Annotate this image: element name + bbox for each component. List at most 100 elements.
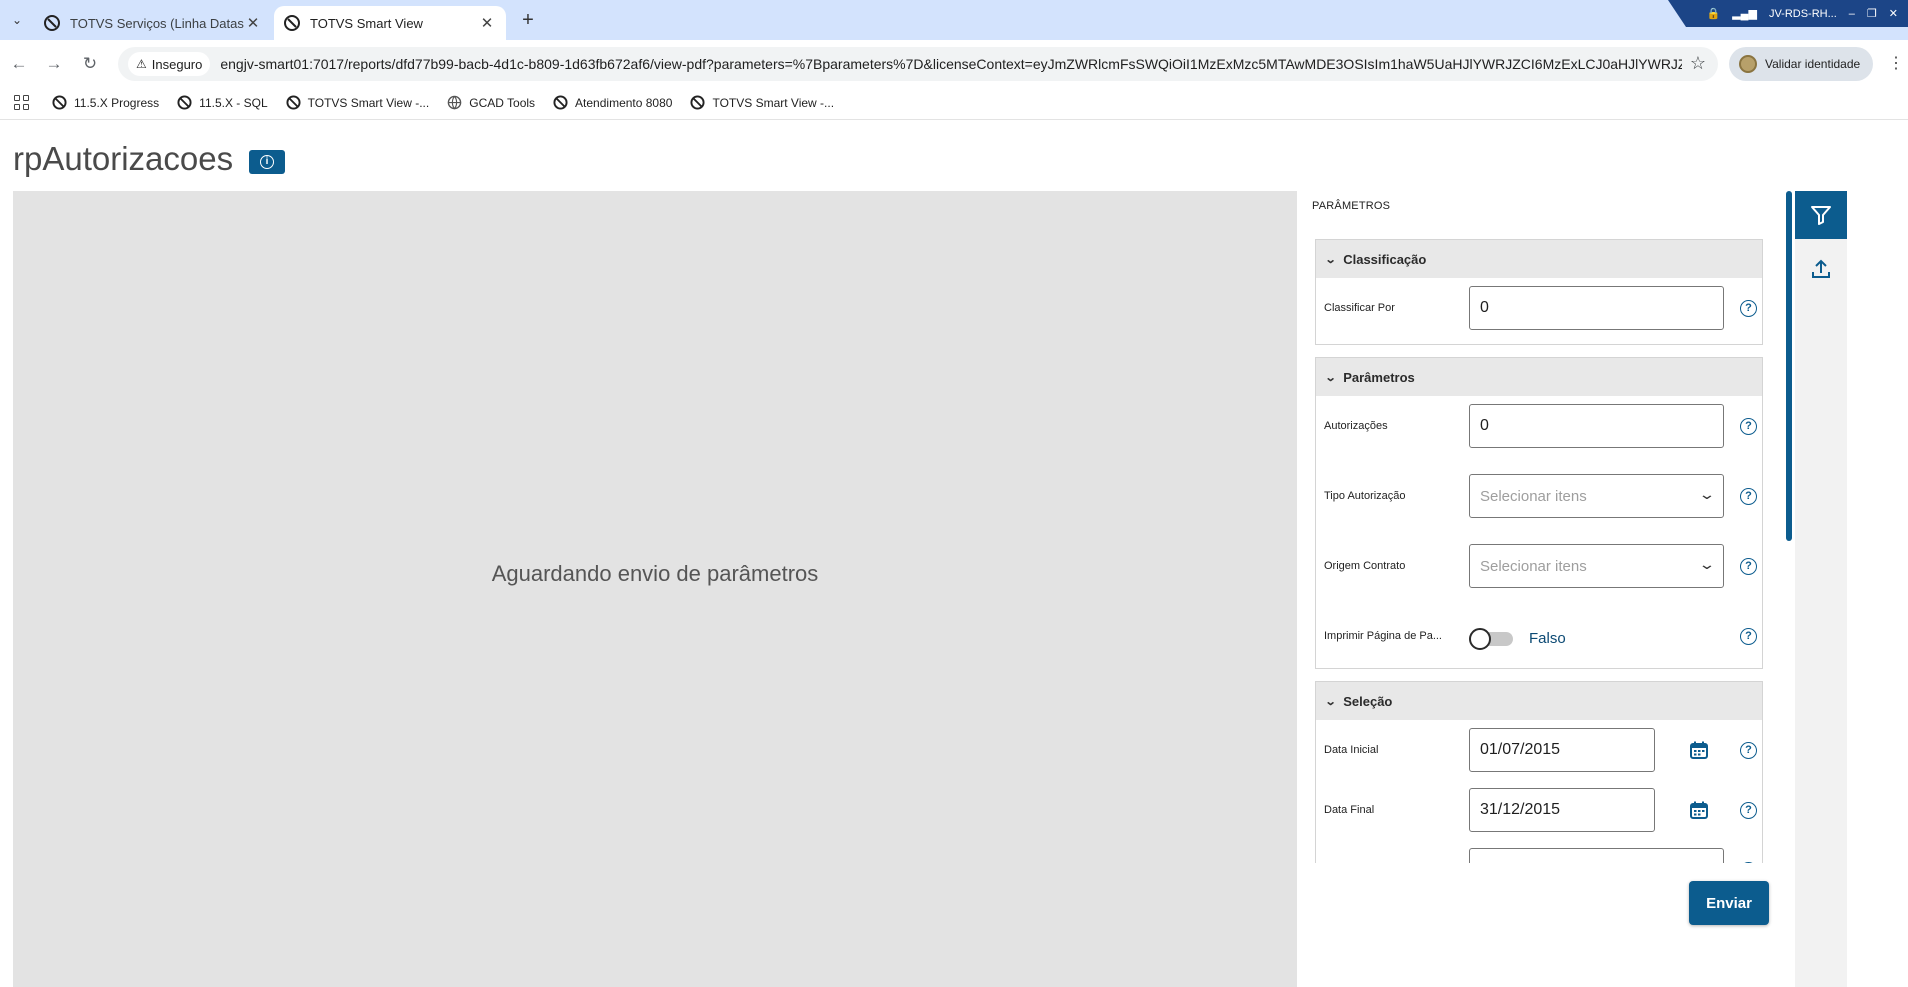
- remote-desktop-bar: 🔒 ▂▄▆ JV-RDS-RH... – ❐ ✕: [1668, 0, 1908, 27]
- forward-icon[interactable]: →: [43, 53, 65, 75]
- address-bar[interactable]: ⚠ Inseguro engjv-smart01:7017/reports/df…: [118, 47, 1718, 81]
- field-label: Tipo Autorização: [1324, 490, 1406, 502]
- field-label: Origem Contrato: [1324, 560, 1406, 572]
- chevron-down-icon: ⌄: [1324, 371, 1337, 384]
- calendar-icon[interactable]: [1689, 800, 1709, 820]
- totvs-favicon-icon: [286, 95, 301, 110]
- minimize-icon[interactable]: –: [1849, 8, 1855, 20]
- profile-button[interactable]: Validar identidade: [1729, 47, 1873, 81]
- section-header[interactable]: ⌄ Seleção: [1316, 682, 1762, 720]
- restore-icon[interactable]: ❐: [1867, 7, 1877, 20]
- url-text[interactable]: engjv-smart01:7017/reports/dfd77b99-bacb…: [220, 56, 1682, 72]
- toggle-knob: [1469, 628, 1491, 650]
- waiting-message: Aguardando envio de parâmetros: [491, 561, 819, 586]
- tab-title: TOTVS Smart View: [310, 15, 423, 31]
- totvs-favicon-icon: [44, 15, 60, 31]
- origem-contrato-select[interactable]: Selecionar itens ⌄: [1469, 544, 1724, 588]
- field-row: Autorizações 0 ?: [1316, 396, 1762, 466]
- section-header[interactable]: ⌄ Classificação: [1316, 240, 1762, 278]
- bookmark-label: TOTVS Smart View -...: [307, 95, 430, 110]
- profile-label: Validar identidade: [1765, 57, 1861, 71]
- bookmark-item[interactable]: Atendimento 8080: [553, 95, 672, 110]
- help-icon[interactable]: ?: [1740, 558, 1757, 575]
- reload-icon[interactable]: ↻: [79, 53, 101, 75]
- info-button[interactable]: i: [249, 150, 285, 174]
- chevron-down-icon: ⌄: [1324, 253, 1337, 266]
- enviar-button[interactable]: Enviar: [1689, 881, 1769, 925]
- tab-title: TOTVS Serviços (Linha Datasul): [70, 15, 244, 31]
- new-tab-button[interactable]: +: [516, 8, 540, 32]
- totvs-favicon-icon: [52, 95, 67, 110]
- filter-icon: [1811, 206, 1831, 225]
- field-label: Data Final: [1324, 804, 1375, 816]
- bookmark-item[interactable]: TOTVS Smart View -...: [690, 95, 834, 110]
- right-rail: [1795, 191, 1847, 987]
- browser-tab-active[interactable]: TOTVS Smart View ✕: [274, 6, 506, 40]
- parameters-panel: PARÂMETROS ⌄ Classificação Classificar P…: [1297, 191, 1787, 987]
- section-title: Seleção: [1343, 693, 1393, 709]
- bookmark-label: TOTVS Smart View -...: [712, 95, 835, 110]
- bookmark-item[interactable]: 11.5.X - SQL: [177, 95, 268, 110]
- browser-tab-strip: ⌄ TOTVS Serviços (Linha Datasul) ✕ TOTVS…: [0, 0, 1908, 40]
- section-title: Parâmetros: [1343, 369, 1415, 385]
- totvs-favicon-icon: [284, 15, 300, 31]
- back-icon[interactable]: ←: [8, 53, 30, 75]
- help-icon[interactable]: ?: [1740, 300, 1757, 317]
- help-icon[interactable]: ?: [1740, 628, 1757, 645]
- chevron-down-icon: ⌄: [1698, 556, 1716, 572]
- help-icon[interactable]: ?: [1740, 802, 1757, 819]
- help-icon[interactable]: ?: [1740, 862, 1757, 863]
- chevron-down-icon: ⌄: [1698, 486, 1716, 502]
- panel-scrollbar[interactable]: [1786, 191, 1792, 541]
- browser-menu-icon[interactable]: ⋮: [1888, 53, 1904, 73]
- next-field-input[interactable]: [1469, 848, 1724, 863]
- bookmark-label: GCAD Tools: [469, 95, 536, 110]
- toggle-value: Falso: [1529, 630, 1566, 647]
- data-final-input[interactable]: 31/12/2015: [1469, 788, 1655, 832]
- bookmark-label: Atendimento 8080: [575, 95, 673, 110]
- classificar-por-input[interactable]: 0: [1469, 286, 1724, 330]
- field-row: Tipo Autorização Selecionar itens ⌄ ?: [1316, 466, 1762, 536]
- avatar: [1739, 55, 1757, 73]
- section-header[interactable]: ⌄ Parâmetros: [1316, 358, 1762, 396]
- data-inicial-input[interactable]: 01/07/2015: [1469, 728, 1655, 772]
- upload-icon: [1812, 259, 1830, 278]
- browser-toolbar: ← → ↻ ⚠ Inseguro engjv-smart01:7017/repo…: [0, 40, 1908, 86]
- panel-title: PARÂMETROS: [1312, 200, 1391, 212]
- security-chip[interactable]: ⚠ Inseguro: [128, 52, 211, 76]
- filter-button[interactable]: [1795, 191, 1847, 239]
- section-classificacao: ⌄ Classificação Classificar Por 0 ?: [1315, 239, 1763, 345]
- help-icon[interactable]: ?: [1740, 488, 1757, 505]
- bookmark-star-icon[interactable]: ☆: [1690, 53, 1706, 74]
- bookmark-label: 11.5.X - SQL: [199, 95, 268, 110]
- apps-grid-icon[interactable]: [14, 94, 30, 111]
- imprimir-pagina-toggle[interactable]: [1469, 628, 1517, 650]
- autorizacoes-input[interactable]: 0: [1469, 404, 1724, 448]
- field-label: Autorizações: [1324, 420, 1388, 432]
- export-button[interactable]: [1795, 249, 1847, 289]
- help-icon[interactable]: ?: [1740, 418, 1757, 435]
- bookmark-item[interactable]: TOTVS Smart View -...: [286, 95, 430, 110]
- field-row: Classificar Por 0 ?: [1316, 278, 1762, 344]
- close-window-icon[interactable]: ✕: [1889, 7, 1898, 20]
- parameters-scroll-area[interactable]: ⌄ Classificação Classificar Por 0 ? ⌄ Pa…: [1315, 239, 1765, 863]
- select-placeholder: Selecionar itens: [1480, 557, 1587, 575]
- tab-close-icon[interactable]: ✕: [478, 14, 496, 32]
- browser-tab[interactable]: TOTVS Serviços (Linha Datasul) ✕: [34, 6, 272, 40]
- tab-close-icon[interactable]: ✕: [244, 14, 262, 32]
- bookmark-item[interactable]: GCAD Tools: [447, 95, 535, 110]
- tipo-autorizacao-select[interactable]: Selecionar itens ⌄: [1469, 474, 1724, 518]
- section-selecao: ⌄ Seleção Data Inicial 01/07/2015 ? Data…: [1315, 681, 1763, 863]
- report-preview-area: Aguardando envio de parâmetros: [13, 191, 1297, 987]
- section-title: Classificação: [1343, 251, 1427, 267]
- signal-icon: ▂▄▆: [1732, 8, 1757, 20]
- help-icon[interactable]: ?: [1740, 742, 1757, 759]
- bookmark-item[interactable]: 11.5.X Progress: [52, 95, 159, 110]
- calendar-icon[interactable]: [1689, 740, 1709, 760]
- field-label: Imprimir Página de Pa...: [1324, 630, 1442, 642]
- tab-search-chevron-icon[interactable]: ⌄: [6, 8, 28, 32]
- field-row: Data Final 31/12/2015 ?: [1316, 780, 1762, 840]
- bookmark-label: 11.5.X Progress: [74, 95, 160, 110]
- chevron-down-icon: ⌄: [1324, 695, 1337, 708]
- totvs-favicon-icon: [690, 95, 705, 110]
